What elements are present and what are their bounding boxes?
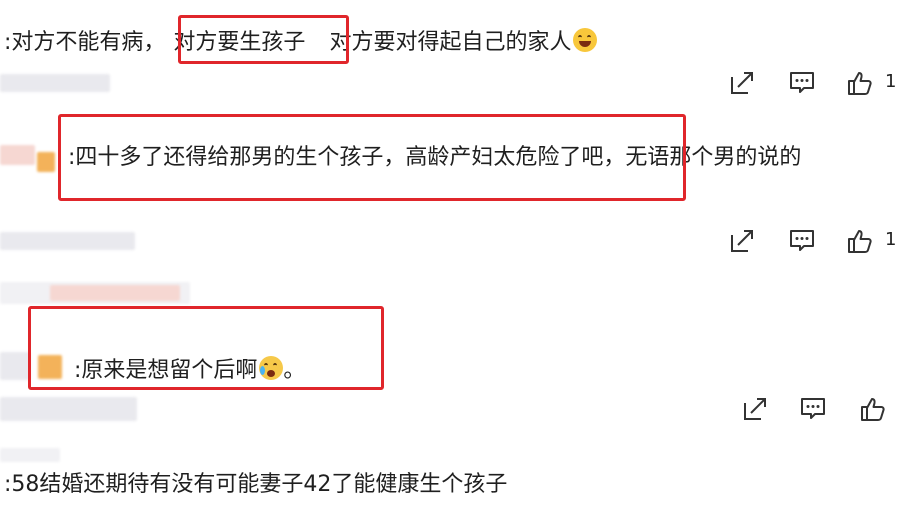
like-button[interactable] <box>845 68 875 98</box>
share-button[interactable] <box>740 394 770 424</box>
share-button[interactable] <box>727 226 757 256</box>
share-button[interactable] <box>727 68 757 98</box>
like-count: 1 <box>885 229 897 250</box>
comment-1-actions: 1 <box>727 68 900 98</box>
comment-icon <box>790 230 814 251</box>
comment-2-actions: 1 <box>727 226 900 256</box>
comment-button[interactable] <box>787 226 817 256</box>
avatar-2 <box>37 152 55 172</box>
share-icon <box>731 230 753 252</box>
comment-button[interactable] <box>798 394 828 424</box>
like-button[interactable] <box>845 226 875 256</box>
blurred-username-3 <box>0 397 137 421</box>
comment-4-text: :58结婚还期待有没有可能妻子42了能健康生个孩子 <box>4 472 508 497</box>
comment-icon <box>801 398 825 419</box>
like-button[interactable] <box>858 394 888 424</box>
comment-icon <box>790 72 814 93</box>
thumbs-up-icon <box>861 398 885 421</box>
blurred-username-2 <box>0 232 135 250</box>
thumbs-up-icon <box>848 72 872 95</box>
share-icon <box>744 398 766 420</box>
blurred-row-4 <box>0 448 60 462</box>
comment-1-text-before: :对方不能有病， <box>4 30 166 55</box>
blurred-username <box>0 74 110 92</box>
comment-button[interactable] <box>787 68 817 98</box>
comment-3-actions <box>740 394 890 424</box>
highlight-box-3 <box>28 306 384 390</box>
blurred-avatar-3 <box>0 352 30 380</box>
like-count: 1 <box>885 71 897 92</box>
highlight-box-2 <box>58 114 686 201</box>
thumbs-up-icon <box>848 230 872 253</box>
blurred-avatar-2 <box>0 145 35 165</box>
laughing-emoji-icon <box>573 28 598 52</box>
blurred-header-3b <box>50 285 180 301</box>
share-icon <box>731 72 753 94</box>
highlight-box-1 <box>178 15 349 64</box>
comment-1-text-after: 对方要对得起自己的家人 <box>329 30 572 55</box>
